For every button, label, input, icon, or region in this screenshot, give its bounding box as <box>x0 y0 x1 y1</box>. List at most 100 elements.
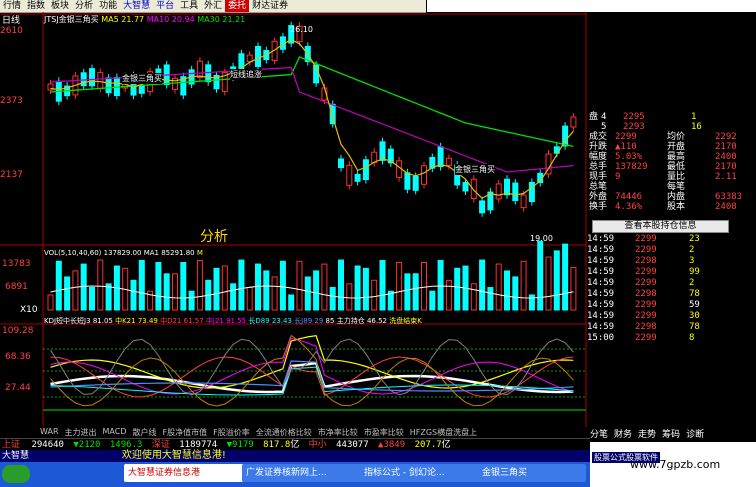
right-tab[interactable]: 走势 <box>638 427 656 440</box>
volume-bar <box>528 294 535 311</box>
right-tab[interactable]: 筹码 <box>662 427 680 440</box>
volume-bar <box>346 283 353 311</box>
candle <box>412 175 419 191</box>
sz-unit: 亿 <box>290 440 300 450</box>
menu-function[interactable]: 功能 <box>96 0 120 12</box>
volume-bar <box>304 276 311 311</box>
volume-axis-top: 13783 <box>2 259 31 269</box>
kdj-value-b: 中K21 73.49 <box>115 317 158 325</box>
stat-row: 升跌 ▲110 开盘 2170 <box>587 142 747 152</box>
mid-unit: 亿 <box>441 440 451 450</box>
task-formula[interactable]: 指标公式 - 剑幻论... <box>360 464 480 482</box>
indicator-tab[interactable]: F股溢价率 <box>213 427 250 437</box>
task-dzh[interactable]: 大智慧证券信息港 <box>124 464 244 482</box>
stat-label: 外盘 <box>589 192 608 202</box>
tick-price: 2299 <box>635 245 657 255</box>
indicator-tab[interactable]: 市净率比较 <box>318 427 358 437</box>
volume-axis-unit: X10 <box>20 305 38 315</box>
indicator-tab[interactable]: WAR <box>40 427 59 437</box>
tick-volume: 2 <box>689 245 695 255</box>
start-button[interactable] <box>2 465 30 483</box>
kdj-value-c: 中D21 61.57 <box>160 317 204 325</box>
menu-quote[interactable]: 行情 <box>0 0 24 12</box>
indicator-tab[interactable]: 全流通价格比较 <box>256 427 312 437</box>
menu-trade[interactable]: 委托 <box>225 0 250 12</box>
candle <box>255 45 261 67</box>
volume-bar <box>412 273 419 311</box>
menu-tools[interactable]: 工具 <box>177 0 201 12</box>
volume-bar <box>520 260 527 311</box>
volume-bar <box>429 290 436 311</box>
volume-bar <box>487 287 494 311</box>
kdj-axis-low: 27.44 <box>5 383 31 393</box>
volume-bar <box>454 267 461 311</box>
menu-platform[interactable]: 平台 <box>153 0 177 12</box>
right-tab[interactable]: 分笔 <box>590 427 608 440</box>
signal-label-1: 金银三角买 <box>122 73 162 84</box>
volume-bar <box>504 270 510 311</box>
indicator-tab[interactable]: HFZGS横盘洗盘上 <box>410 427 477 437</box>
tick-volume: 8 <box>689 333 695 343</box>
task-gf[interactable]: 广发证券核新网上... <box>242 464 362 482</box>
volume-bar <box>213 267 220 311</box>
volume-bar <box>512 276 519 311</box>
tick-time: 14:59 <box>587 245 615 255</box>
tick-price: 2298 <box>635 322 657 332</box>
tick-volume: 78 <box>689 289 700 299</box>
volume-bar <box>64 276 71 311</box>
indicator-tab[interactable]: F股净值市值 <box>163 427 208 437</box>
right-tab[interactable]: 诊断 <box>686 427 704 440</box>
menu-broker[interactable]: 财达证券 <box>249 0 291 12</box>
volume-bar <box>163 273 170 311</box>
menu-analysis[interactable]: 分析 <box>72 0 96 12</box>
candle <box>196 60 203 78</box>
tick-price: 2299 <box>635 300 657 310</box>
menu-dzh[interactable]: 大智慧 <box>120 0 153 12</box>
tick-row: 14:59 2298 3 <box>587 256 747 267</box>
right-tab[interactable]: 财务 <box>614 427 632 440</box>
task-jysj[interactable]: 金银三角买 <box>478 464 586 482</box>
candle <box>479 200 486 214</box>
taskbar: 大智慧证券信息港 广发证券核新网上... 指标公式 - 剑幻论... 金银三角买 <box>0 462 590 487</box>
tick-price: 2299 <box>635 311 657 321</box>
kdj-header: KDJ短中长短J3 81.05 中K21 73.49 中D21 61.57 中J… <box>44 316 586 326</box>
candle <box>470 178 477 200</box>
view-holdings-button[interactable]: 查看本股持仓信息 <box>592 220 729 233</box>
candle <box>329 103 336 125</box>
volume-bar <box>562 243 569 311</box>
sz-change: ▼9179 <box>226 440 254 450</box>
menu-forex[interactable]: 外汇 <box>201 0 225 12</box>
indicator-tab[interactable]: MACD <box>103 427 127 437</box>
brand-label: 大智慧 <box>2 451 30 461</box>
volume-bar <box>105 283 112 311</box>
stat-value-2: 2170 <box>715 162 737 172</box>
blank-area <box>427 0 756 12</box>
tick-time: 14:59 <box>587 322 615 332</box>
candle <box>445 157 452 166</box>
volume-bar <box>354 265 361 311</box>
stat-value: 5.03% <box>615 152 643 162</box>
volume-bar <box>362 267 369 311</box>
tick-row: 14:59 2298 78 <box>587 322 747 333</box>
indicator-tab[interactable]: 散户线 <box>133 427 157 437</box>
stat-row: 换手 4.36% 股本 2408 <box>587 202 747 212</box>
ask-level: 4 <box>601 112 607 122</box>
ask-price-2: 2293 <box>623 122 645 132</box>
sh-label: 上证 <box>2 440 21 450</box>
indicator-tab[interactable]: 市盈率比较 <box>364 427 404 437</box>
candle <box>570 116 577 128</box>
low-price-label: 19.00 <box>530 234 553 243</box>
stat-row: 总笔 每笔 <box>587 182 747 192</box>
tick-row: 14:59 2299 59 <box>587 300 747 311</box>
tick-row: 14:59 2299 2 <box>587 278 747 289</box>
tick-time: 15:00 <box>587 333 615 343</box>
menu-sector[interactable]: 板块 <box>48 0 72 12</box>
tick-volume: 23 <box>689 234 700 244</box>
kline-chart <box>0 12 587 427</box>
indicator-tab[interactable]: 主力进出 <box>65 427 97 437</box>
volume-bar <box>296 260 303 311</box>
volume-ma1: MA1 85291.80 <box>143 249 195 257</box>
volume-bar <box>180 261 187 311</box>
menu-index[interactable]: 指数 <box>24 0 48 12</box>
candle <box>512 182 519 201</box>
